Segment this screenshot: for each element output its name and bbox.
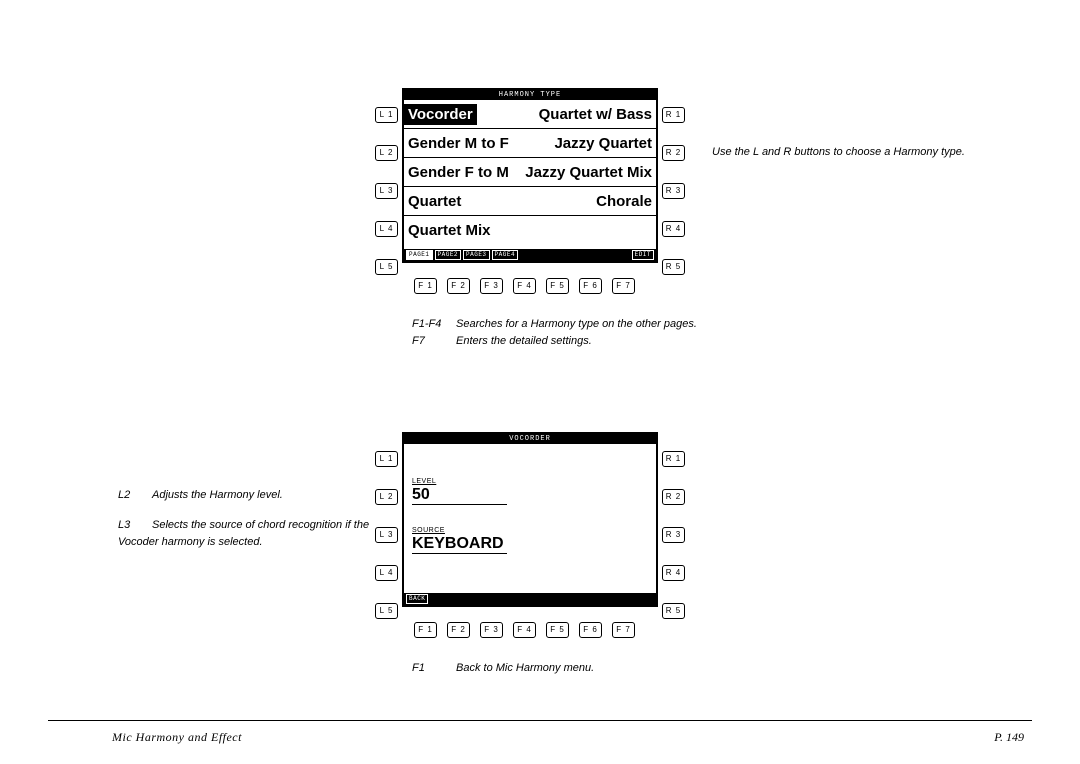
list-cell-right: Jazzy Quartet (554, 135, 652, 152)
footer-page-number: P. 149 (994, 730, 1024, 745)
btn-r5[interactable]: R 5 (662, 259, 685, 275)
btn-r2[interactable]: R 2 (662, 145, 685, 161)
btn-l3[interactable]: L 3 (375, 183, 398, 199)
btn-f6[interactable]: F 6 (579, 278, 602, 294)
btn-f2[interactable]: F 2 (447, 622, 470, 638)
lcd-screen-vocorder: VOCORDER LEVEL 50 SOURCE KEYBOARD BACK (402, 432, 658, 607)
right-button-column: R 1 R 2 R 3 R 4 R 5 (662, 444, 685, 625)
btn-r4[interactable]: R 4 (662, 565, 685, 581)
caption-f1: F1Back to Mic Harmony menu. (412, 660, 712, 677)
level-field[interactable]: LEVEL 50 (412, 478, 648, 505)
btn-r2[interactable]: R 2 (662, 489, 685, 505)
btn-f5[interactable]: F 5 (546, 278, 569, 294)
vocorder-panel: L 1 L 2 L 3 L 4 L 5 R 1 R 2 R 3 R 4 R 5 … (402, 432, 658, 607)
tab-page1[interactable]: PAGE1 (406, 250, 433, 260)
list-cell-left: Quartet Mix (408, 222, 491, 239)
f-button-row: F 1 F 2 F 3 F 4 F 5 F 6 F 7 (414, 278, 635, 294)
list-row[interactable]: Gender F to M Jazzy Quartet Mix (404, 158, 656, 187)
caption-l2: L2Adjusts the Harmony level. (118, 487, 388, 504)
btn-f4[interactable]: F 4 (513, 622, 536, 638)
list-cell-left: Quartet (408, 193, 461, 210)
list-cell-left: Gender M to F (408, 135, 509, 152)
btn-r1[interactable]: R 1 (662, 107, 685, 123)
list-cell-right: Quartet w/ Bass (539, 106, 652, 123)
tab-page4[interactable]: PAGE4 (492, 250, 519, 260)
source-label: SOURCE (412, 527, 648, 534)
btn-f2[interactable]: F 2 (447, 278, 470, 294)
btn-f7[interactable]: F 7 (612, 622, 635, 638)
source-value: KEYBOARD (412, 535, 507, 554)
btn-r4[interactable]: R 4 (662, 221, 685, 237)
btn-f6[interactable]: F 6 (579, 622, 602, 638)
btn-l4[interactable]: L 4 (375, 565, 398, 581)
btn-l1[interactable]: L 1 (375, 451, 398, 467)
level-label: LEVEL (412, 478, 648, 485)
btn-f5[interactable]: F 5 (546, 622, 569, 638)
list-cell-left: Vocorder (404, 104, 477, 125)
list-row[interactable]: Vocorder Quartet w/ Bass (404, 100, 656, 129)
list-cell-left: Gender F to M (408, 164, 509, 181)
screen-title: VOCORDER (404, 434, 656, 444)
screen-tab-bar: BACK (404, 593, 656, 605)
btn-f3[interactable]: F 3 (480, 278, 503, 294)
list-row[interactable]: Quartet Mix (404, 216, 656, 245)
footer-rule (48, 720, 1032, 721)
btn-f4[interactable]: F 4 (513, 278, 536, 294)
btn-f3[interactable]: F 3 (480, 622, 503, 638)
btn-l2[interactable]: L 2 (375, 145, 398, 161)
list-row[interactable]: Quartet Chorale (404, 187, 656, 216)
btn-r1[interactable]: R 1 (662, 451, 685, 467)
btn-r3[interactable]: R 3 (662, 183, 685, 199)
btn-l1[interactable]: L 1 (375, 107, 398, 123)
right-button-column: R 1 R 2 R 3 R 4 R 5 (662, 100, 685, 281)
tab-edit[interactable]: EDIT (632, 250, 654, 260)
tab-page2[interactable]: PAGE2 (435, 250, 462, 260)
f-button-row: F 1 F 2 F 3 F 4 F 5 F 6 F 7 (414, 622, 635, 638)
left-button-column: L 1 L 2 L 3 L 4 L 5 (375, 100, 398, 281)
tab-page3[interactable]: PAGE3 (463, 250, 490, 260)
tab-back[interactable]: BACK (406, 594, 428, 604)
btn-r3[interactable]: R 3 (662, 527, 685, 543)
screen-title: HARMONY TYPE (404, 90, 656, 100)
lcd-screen-harmony-type: HARMONY TYPE Vocorder Quartet w/ Bass Ge… (402, 88, 658, 263)
screen-tab-bar: PAGE1 PAGE2 PAGE3 PAGE4 EDIT (404, 249, 656, 261)
level-value: 50 (412, 486, 507, 505)
btn-l5[interactable]: L 5 (375, 259, 398, 275)
btn-l4[interactable]: L 4 (375, 221, 398, 237)
source-field[interactable]: SOURCE KEYBOARD (412, 527, 648, 554)
list-cell-right: Jazzy Quartet Mix (525, 164, 652, 181)
btn-f1[interactable]: F 1 (414, 622, 437, 638)
btn-f7[interactable]: F 7 (612, 278, 635, 294)
caption-l3: L3Selects the source of chord recognitio… (118, 517, 398, 550)
footer-section-title: Mic Harmony and Effect (112, 730, 242, 745)
caption-f-keys: F1-F4Searches for a Harmony type on the … (412, 316, 742, 349)
list-cell-right: Chorale (596, 193, 652, 210)
list-row[interactable]: Gender M to F Jazzy Quartet (404, 129, 656, 158)
caption-lr: Use the L and R buttons to choose a Harm… (712, 144, 1042, 161)
btn-l5[interactable]: L 5 (375, 603, 398, 619)
btn-r5[interactable]: R 5 (662, 603, 685, 619)
btn-f1[interactable]: F 1 (414, 278, 437, 294)
harmony-type-panel: L 1 L 2 L 3 L 4 L 5 R 1 R 2 R 3 R 4 R 5 … (402, 88, 658, 263)
